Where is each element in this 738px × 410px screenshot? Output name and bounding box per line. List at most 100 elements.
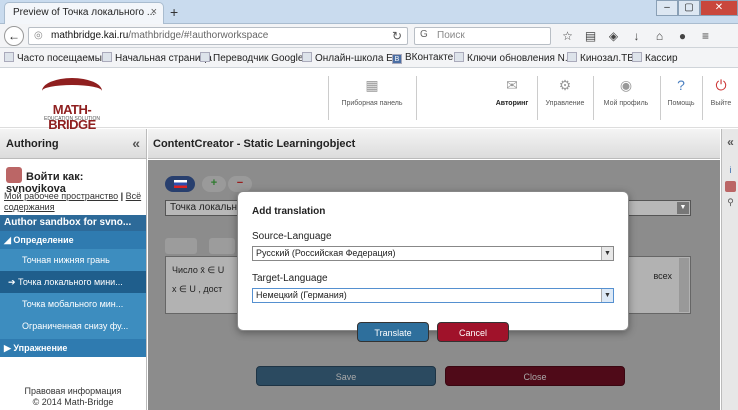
nav-dashboard[interactable]: ▦ Приборная панель <box>334 76 410 122</box>
dropdown-arrow-icon: ▼ <box>677 202 689 214</box>
content-creator-title: ContentCreator - Static Learningobject <box>153 138 356 150</box>
user-icon[interactable] <box>725 181 736 192</box>
nav-management[interactable]: ⚙ Управление <box>540 76 590 122</box>
target-language-label: Target-Language <box>252 273 328 284</box>
tree-item[interactable]: Точная нижняя грань <box>0 249 146 271</box>
collapse-sidebar-icon[interactable]: « <box>132 135 140 151</box>
header-divider <box>328 76 329 120</box>
search-placeholder: Поиск <box>437 30 465 41</box>
russian-flag-button[interactable] <box>165 176 195 192</box>
nav-profile[interactable]: ◉ Мой профиль <box>597 76 655 122</box>
url-bar[interactable]: ◎ mathbridge.kai.ru/mathbridge/#!authorw… <box>28 27 408 45</box>
target-language-select[interactable]: Немецкий (Германия) ▼ <box>252 288 614 303</box>
page-icon <box>632 52 642 62</box>
toolbar-button[interactable] <box>209 238 235 254</box>
back-arrow-icon[interactable]: ← <box>4 26 24 46</box>
nav-authoring[interactable]: ✉ Авторинг <box>490 76 534 122</box>
browser-tab-bar: Preview of Точка локального ... × + – ▢ … <box>0 0 738 24</box>
bookmark-item[interactable]: Кинозал.ТВ <box>567 52 634 64</box>
pocket-icon[interactable]: ◈ <box>604 27 623 45</box>
header-divider <box>660 76 661 120</box>
url-domain: mathbridge.kai.ru <box>51 30 129 41</box>
translate-icon <box>200 52 210 62</box>
dropdown-arrow-icon: ▼ <box>601 247 613 260</box>
menu-icon[interactable]: ≡ <box>696 27 715 45</box>
star-icon[interactable]: ☆ <box>558 27 577 45</box>
sidebar-title: Authoring <box>6 138 59 150</box>
window-controls: – ▢ ✕ <box>656 0 738 16</box>
bookmark-item[interactable]: Часто посещаемые <box>4 52 108 64</box>
reload-icon[interactable]: ↻ <box>392 29 402 43</box>
math-bridge-logo[interactable]: MATH-BRIDGE EDUCATION SOLUTION <box>32 78 112 132</box>
user-info: Войти как: svnovikova <box>0 159 146 195</box>
globe-icon: ◎ <box>34 30 43 41</box>
browser-toolbar: ☆ ▤ ◈ ↓ ⌂ ● ≡ <box>558 27 715 45</box>
copyright: © 2014 Math-Bridge <box>32 397 114 407</box>
profile-icon: ◉ <box>619 77 633 93</box>
management-icon: ⚙ <box>558 77 572 93</box>
sandbox-title[interactable]: Author sandbox for svno... <box>0 215 146 231</box>
info-icon[interactable]: i <box>725 165 736 176</box>
close-tab-icon[interactable]: × <box>151 6 157 18</box>
cancel-button[interactable]: Cancel <box>437 322 509 342</box>
tree-item-selected[interactable]: ➔ Точка локального мини... <box>0 271 146 293</box>
bookmark-item[interactable]: B ВКонтакте <box>392 52 453 64</box>
page-icon <box>302 52 312 62</box>
browser-tab[interactable]: Preview of Точка локального ... × <box>4 2 164 24</box>
bookmark-item[interactable]: Переводчик Google <box>200 52 303 64</box>
page-icon <box>102 52 112 62</box>
tree-item[interactable]: Точка мобального мин... <box>0 293 146 315</box>
bookmark-item[interactable]: Ключи обновления N... <box>454 52 573 64</box>
bookmark-item[interactable]: Кассир <box>632 52 678 64</box>
authoring-icon: ✉ <box>506 77 518 93</box>
search-engine-icon: G <box>420 29 428 40</box>
bookmark-item[interactable]: Начальная страница <box>102 52 212 64</box>
bookmark-icon <box>4 52 14 62</box>
add-translation-dialog: Add translation Source-Language Русский … <box>237 191 629 331</box>
content-tree: ◢ Определение Точная нижняя грань ➔ Точк… <box>0 231 146 357</box>
legal-info-link[interactable]: Правовая информация <box>0 386 146 397</box>
translate-button[interactable]: Translate <box>357 322 429 342</box>
bookmark-item[interactable]: Онлайн-школа EF <box>302 52 399 64</box>
editor-scrollbar[interactable] <box>679 258 689 312</box>
remove-translation-button[interactable]: − <box>228 176 252 192</box>
collapsed-triangle-icon: ▶ <box>4 343 14 353</box>
tab-title: Preview of Точка локального ... <box>13 7 156 18</box>
tree-category-exercise[interactable]: ▶ Упражнение <box>0 339 146 357</box>
bookmarks-bar: Часто посещаемые Начальная страница Пере… <box>0 48 738 68</box>
close-window-button[interactable]: ✕ <box>700 0 738 16</box>
nav-help[interactable]: ? Помощь <box>663 76 699 122</box>
clipboard-icon[interactable]: ▤ <box>581 27 600 45</box>
nav-logout[interactable]: ⏻ Выйте <box>706 76 736 122</box>
browser-nav-bar: ← ◎ mathbridge.kai.ru/mathbridge/#!autho… <box>0 24 738 48</box>
sidebar-header: Authoring « <box>0 129 146 159</box>
dropdown-arrow-icon: ▼ <box>601 289 613 302</box>
close-button[interactable]: Close <box>445 366 625 386</box>
arrow-right-icon: ➔ <box>8 277 19 287</box>
new-tab-button[interactable]: + <box>170 4 178 20</box>
download-icon[interactable]: ↓ <box>627 27 646 45</box>
toolbar-button[interactable] <box>165 238 197 254</box>
expand-panel-icon[interactable]: « <box>725 135 736 149</box>
header-divider <box>593 76 594 120</box>
tree-item[interactable]: Ограниченная снизу фу... <box>0 315 146 337</box>
content-creator-header: ContentCreator - Static Learningobject <box>148 129 720 159</box>
search-input[interactable]: G Поиск <box>414 27 551 45</box>
link-separator: | <box>118 191 126 201</box>
avatar <box>6 167 22 183</box>
magnifier-icon[interactable]: ⚲ <box>725 197 736 208</box>
help-icon: ? <box>677 77 685 93</box>
save-button[interactable]: Save <box>256 366 436 386</box>
add-translation-button[interactable]: + <box>202 176 226 192</box>
home-icon[interactable]: ⌂ <box>650 27 669 45</box>
chat-icon[interactable]: ● <box>673 27 692 45</box>
right-panel-strip: « i ⚲ <box>721 129 738 410</box>
source-language-select[interactable]: Русский (Российская Федерация) ▼ <box>252 246 614 261</box>
tree-category-definition[interactable]: ◢ Определение <box>0 231 146 249</box>
minimize-button[interactable]: – <box>656 0 678 16</box>
page-icon <box>454 52 464 62</box>
vk-icon: B <box>392 54 402 64</box>
maximize-button[interactable]: ▢ <box>678 0 700 16</box>
app-header: MATH-BRIDGE EDUCATION SOLUTION ▦ Приборн… <box>0 68 738 132</box>
dashboard-icon: ▦ <box>365 77 379 93</box>
